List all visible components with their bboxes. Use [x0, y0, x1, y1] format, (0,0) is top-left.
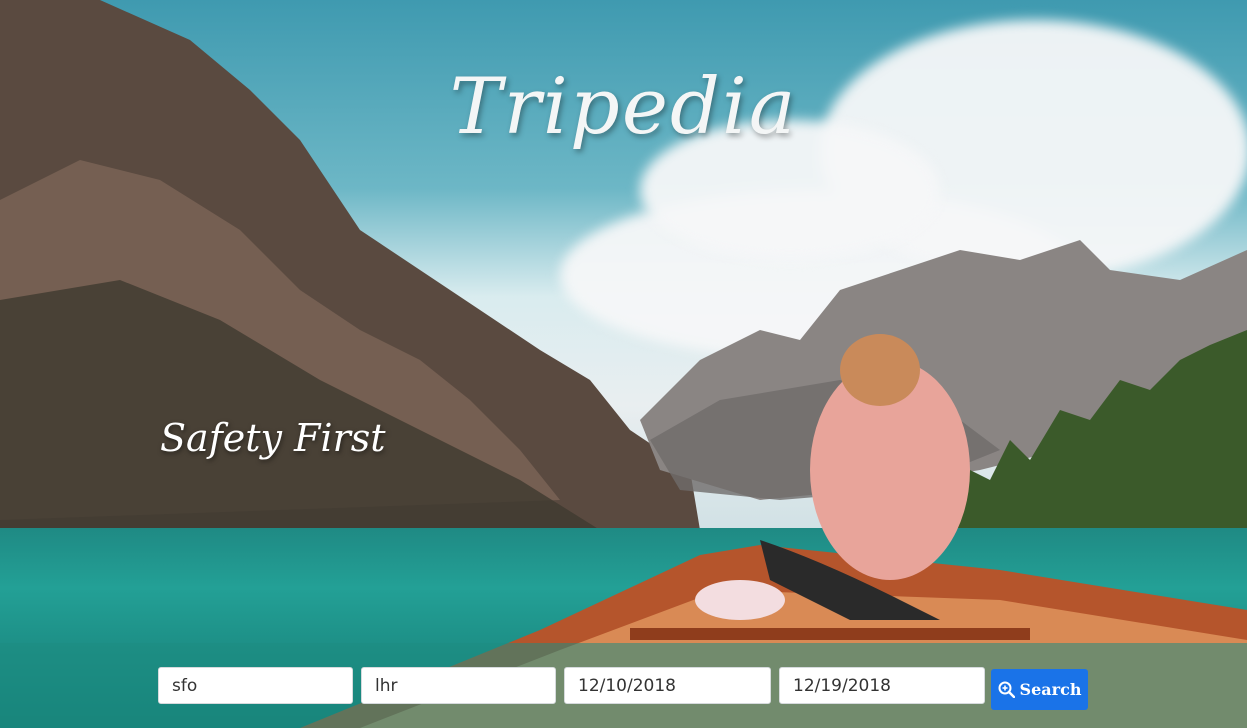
depart-date-input[interactable]: [564, 667, 771, 704]
return-date-input[interactable]: [779, 667, 985, 704]
origin-input[interactable]: [158, 667, 353, 704]
site-title: Tripedia: [449, 62, 798, 152]
search-button[interactable]: Search: [991, 669, 1088, 710]
destination-input[interactable]: [361, 667, 556, 704]
landing-page: Tripedia Safety First Search: [0, 0, 1247, 728]
search-button-label: Search: [1019, 680, 1082, 699]
search-plus-icon: [998, 681, 1015, 698]
tagline: Safety First: [160, 416, 386, 460]
